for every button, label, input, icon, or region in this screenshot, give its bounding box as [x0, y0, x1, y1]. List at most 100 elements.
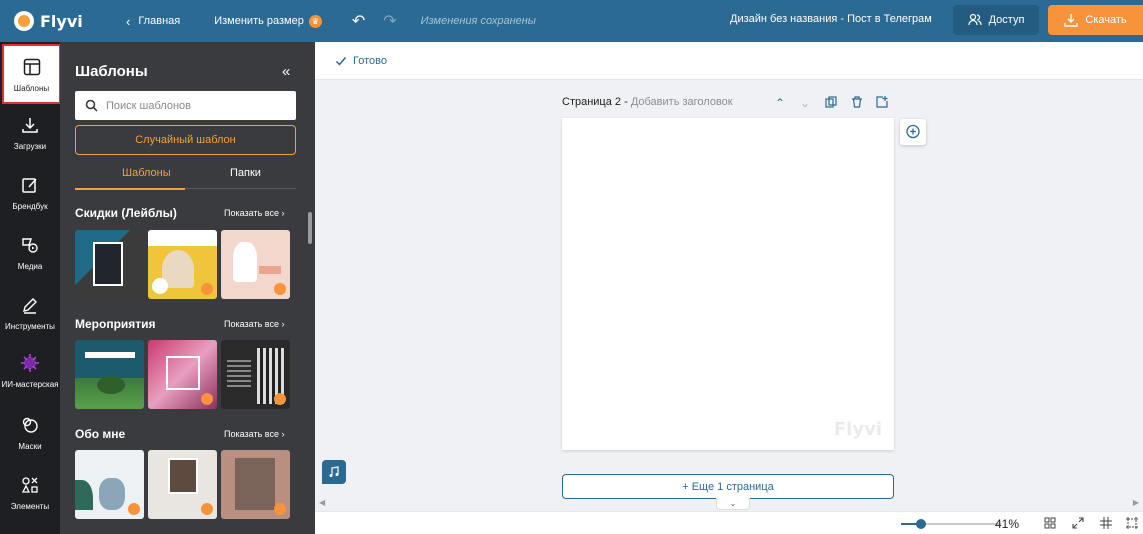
active-tab-indicator [75, 188, 185, 190]
rail-item-brandbook[interactable]: Брендбук [0, 164, 60, 220]
delete-page-icon[interactable] [851, 96, 863, 111]
thumbnail-image [233, 242, 257, 282]
saved-status: Изменения сохранены [420, 15, 536, 27]
logo-text: Flyvi [40, 11, 83, 31]
show-all-label: Показать все [224, 208, 279, 218]
thumbnail-image [168, 458, 198, 494]
rail-label: Шаблоны [13, 83, 50, 93]
random-template-button[interactable]: Случайный шаблон [75, 125, 296, 155]
document-title[interactable]: Дизайн без названия - Пост в Телеграм ..… [730, 13, 935, 25]
rail-label: Инструменты [5, 321, 55, 331]
move-page-down-icon[interactable]: ⌄ [800, 96, 810, 110]
rail-item-elements[interactable]: Элементы [0, 464, 60, 520]
thumbnail-image [235, 458, 275, 510]
thumbnail-price [259, 266, 281, 274]
templates-panel: Шаблоны « Поиск шаблонов Случайный шабло… [60, 42, 315, 534]
redo-icon[interactable]: ↷ [383, 11, 396, 31]
home-link[interactable]: ‹ Главная [126, 14, 180, 29]
upload-icon [19, 114, 41, 136]
expand-pages-toggle[interactable]: ⌄ [716, 498, 750, 510]
thumbnail-image [93, 242, 123, 286]
template-thumbnail[interactable] [221, 450, 290, 519]
section-title-events: Мероприятия [75, 317, 156, 331]
template-thumbnail[interactable] [75, 340, 144, 409]
left-rail: Шаблоны Загрузки Брендбук Медиа Инструме… [0, 42, 61, 534]
rail-label: Брендбук [12, 201, 48, 211]
done-label: Готово [353, 54, 387, 67]
rail-item-tools[interactable]: Инструменты [0, 284, 60, 340]
collapse-panel-icon[interactable]: « [282, 63, 290, 80]
crown-icon [201, 503, 213, 515]
search-input[interactable]: Поиск шаблонов [75, 91, 296, 120]
zoom-slider-handle[interactable] [916, 519, 926, 529]
tab-templates[interactable]: Шаблоны [122, 167, 171, 179]
download-label: Скачать [1085, 14, 1127, 26]
template-thumbnail[interactable] [75, 450, 144, 519]
undo-icon[interactable]: ↶ [352, 11, 365, 31]
ai-icon [19, 352, 41, 374]
template-thumbnail[interactable] [221, 230, 290, 299]
logo[interactable]: Flyvi [14, 11, 104, 31]
duplicate-page-icon[interactable] [825, 96, 837, 111]
watermark: Flyvi [833, 419, 882, 440]
zoom-slider[interactable] [901, 519, 1001, 529]
crown-icon [201, 283, 213, 295]
resize-button[interactable]: Изменить размер ♛ [214, 14, 322, 28]
crown-icon [274, 393, 286, 405]
resize-label: Изменить размер [214, 15, 304, 27]
rail-item-ai[interactable]: ИИ-мастерская [0, 342, 60, 398]
download-button[interactable]: Скачать [1048, 5, 1143, 35]
crown-icon: ♛ [308, 14, 322, 28]
show-all-label: Показать все [224, 319, 279, 329]
show-all-events[interactable]: Показать все › [224, 319, 284, 329]
search-placeholder: Поиск шаблонов [106, 99, 191, 112]
show-all-about-me[interactable]: Показать все › [224, 429, 284, 439]
show-all-discounts[interactable]: Показать все › [224, 208, 284, 218]
section-title-discounts: Скидки (Лейблы) [75, 206, 177, 220]
thumbnail-leaf [75, 480, 93, 510]
add-page-icon[interactable] [876, 96, 888, 111]
thumbnail-frame [166, 356, 200, 390]
rail-item-uploads[interactable]: Загрузки [0, 104, 60, 160]
rail-label: Медиа [17, 261, 43, 271]
fullscreen-icon[interactable] [1071, 516, 1085, 530]
show-all-label: Показать все [224, 429, 279, 439]
music-button[interactable] [322, 460, 346, 484]
logo-mark-icon [14, 11, 34, 31]
template-thumbnail[interactable] [221, 340, 290, 409]
safe-zone-icon[interactable] [1125, 516, 1139, 530]
search-icon [85, 99, 98, 112]
add-title-link[interactable]: Добавить заголовок [631, 96, 733, 108]
show-grid-icon[interactable] [1099, 516, 1113, 530]
rail-item-templates[interactable]: Шаблоны [2, 44, 61, 104]
panel-scrollbar[interactable] [308, 212, 312, 244]
rail-item-media[interactable]: Медиа [0, 224, 60, 280]
design-page[interactable]: Flyvi [562, 118, 894, 450]
page-number: Страница 2 - [562, 96, 628, 108]
download-icon [1064, 14, 1079, 27]
grid-view-icon[interactable] [1043, 516, 1057, 530]
zoom-value[interactable]: 41% [995, 517, 1019, 531]
scroll-right-icon[interactable]: ▶ [1133, 498, 1139, 507]
shapes-icon [19, 474, 41, 496]
check-icon [335, 56, 347, 66]
access-button[interactable]: Доступ [953, 5, 1039, 35]
add-page-button[interactable]: + Еще 1 страница [562, 474, 894, 499]
template-thumbnail[interactable] [75, 230, 144, 299]
move-page-up-icon[interactable]: ⌃ [775, 96, 785, 110]
rail-item-masks[interactable]: Маски [0, 404, 60, 460]
template-thumbnail[interactable] [148, 230, 217, 299]
tab-folders[interactable]: Папки [230, 167, 261, 179]
template-thumbnail[interactable] [148, 340, 217, 409]
done-button[interactable]: Готово [335, 55, 387, 67]
add-comment-button[interactable] [900, 119, 926, 145]
crown-icon [201, 393, 213, 405]
pen-icon [19, 294, 41, 316]
panel-title: Шаблоны [75, 63, 148, 80]
scroll-left-icon[interactable]: ◀ [319, 498, 325, 507]
thumbnail-banner [148, 230, 217, 246]
crown-icon [274, 503, 286, 515]
layout-icon [21, 56, 43, 78]
music-icon [329, 466, 339, 477]
template-thumbnail[interactable] [148, 450, 217, 519]
